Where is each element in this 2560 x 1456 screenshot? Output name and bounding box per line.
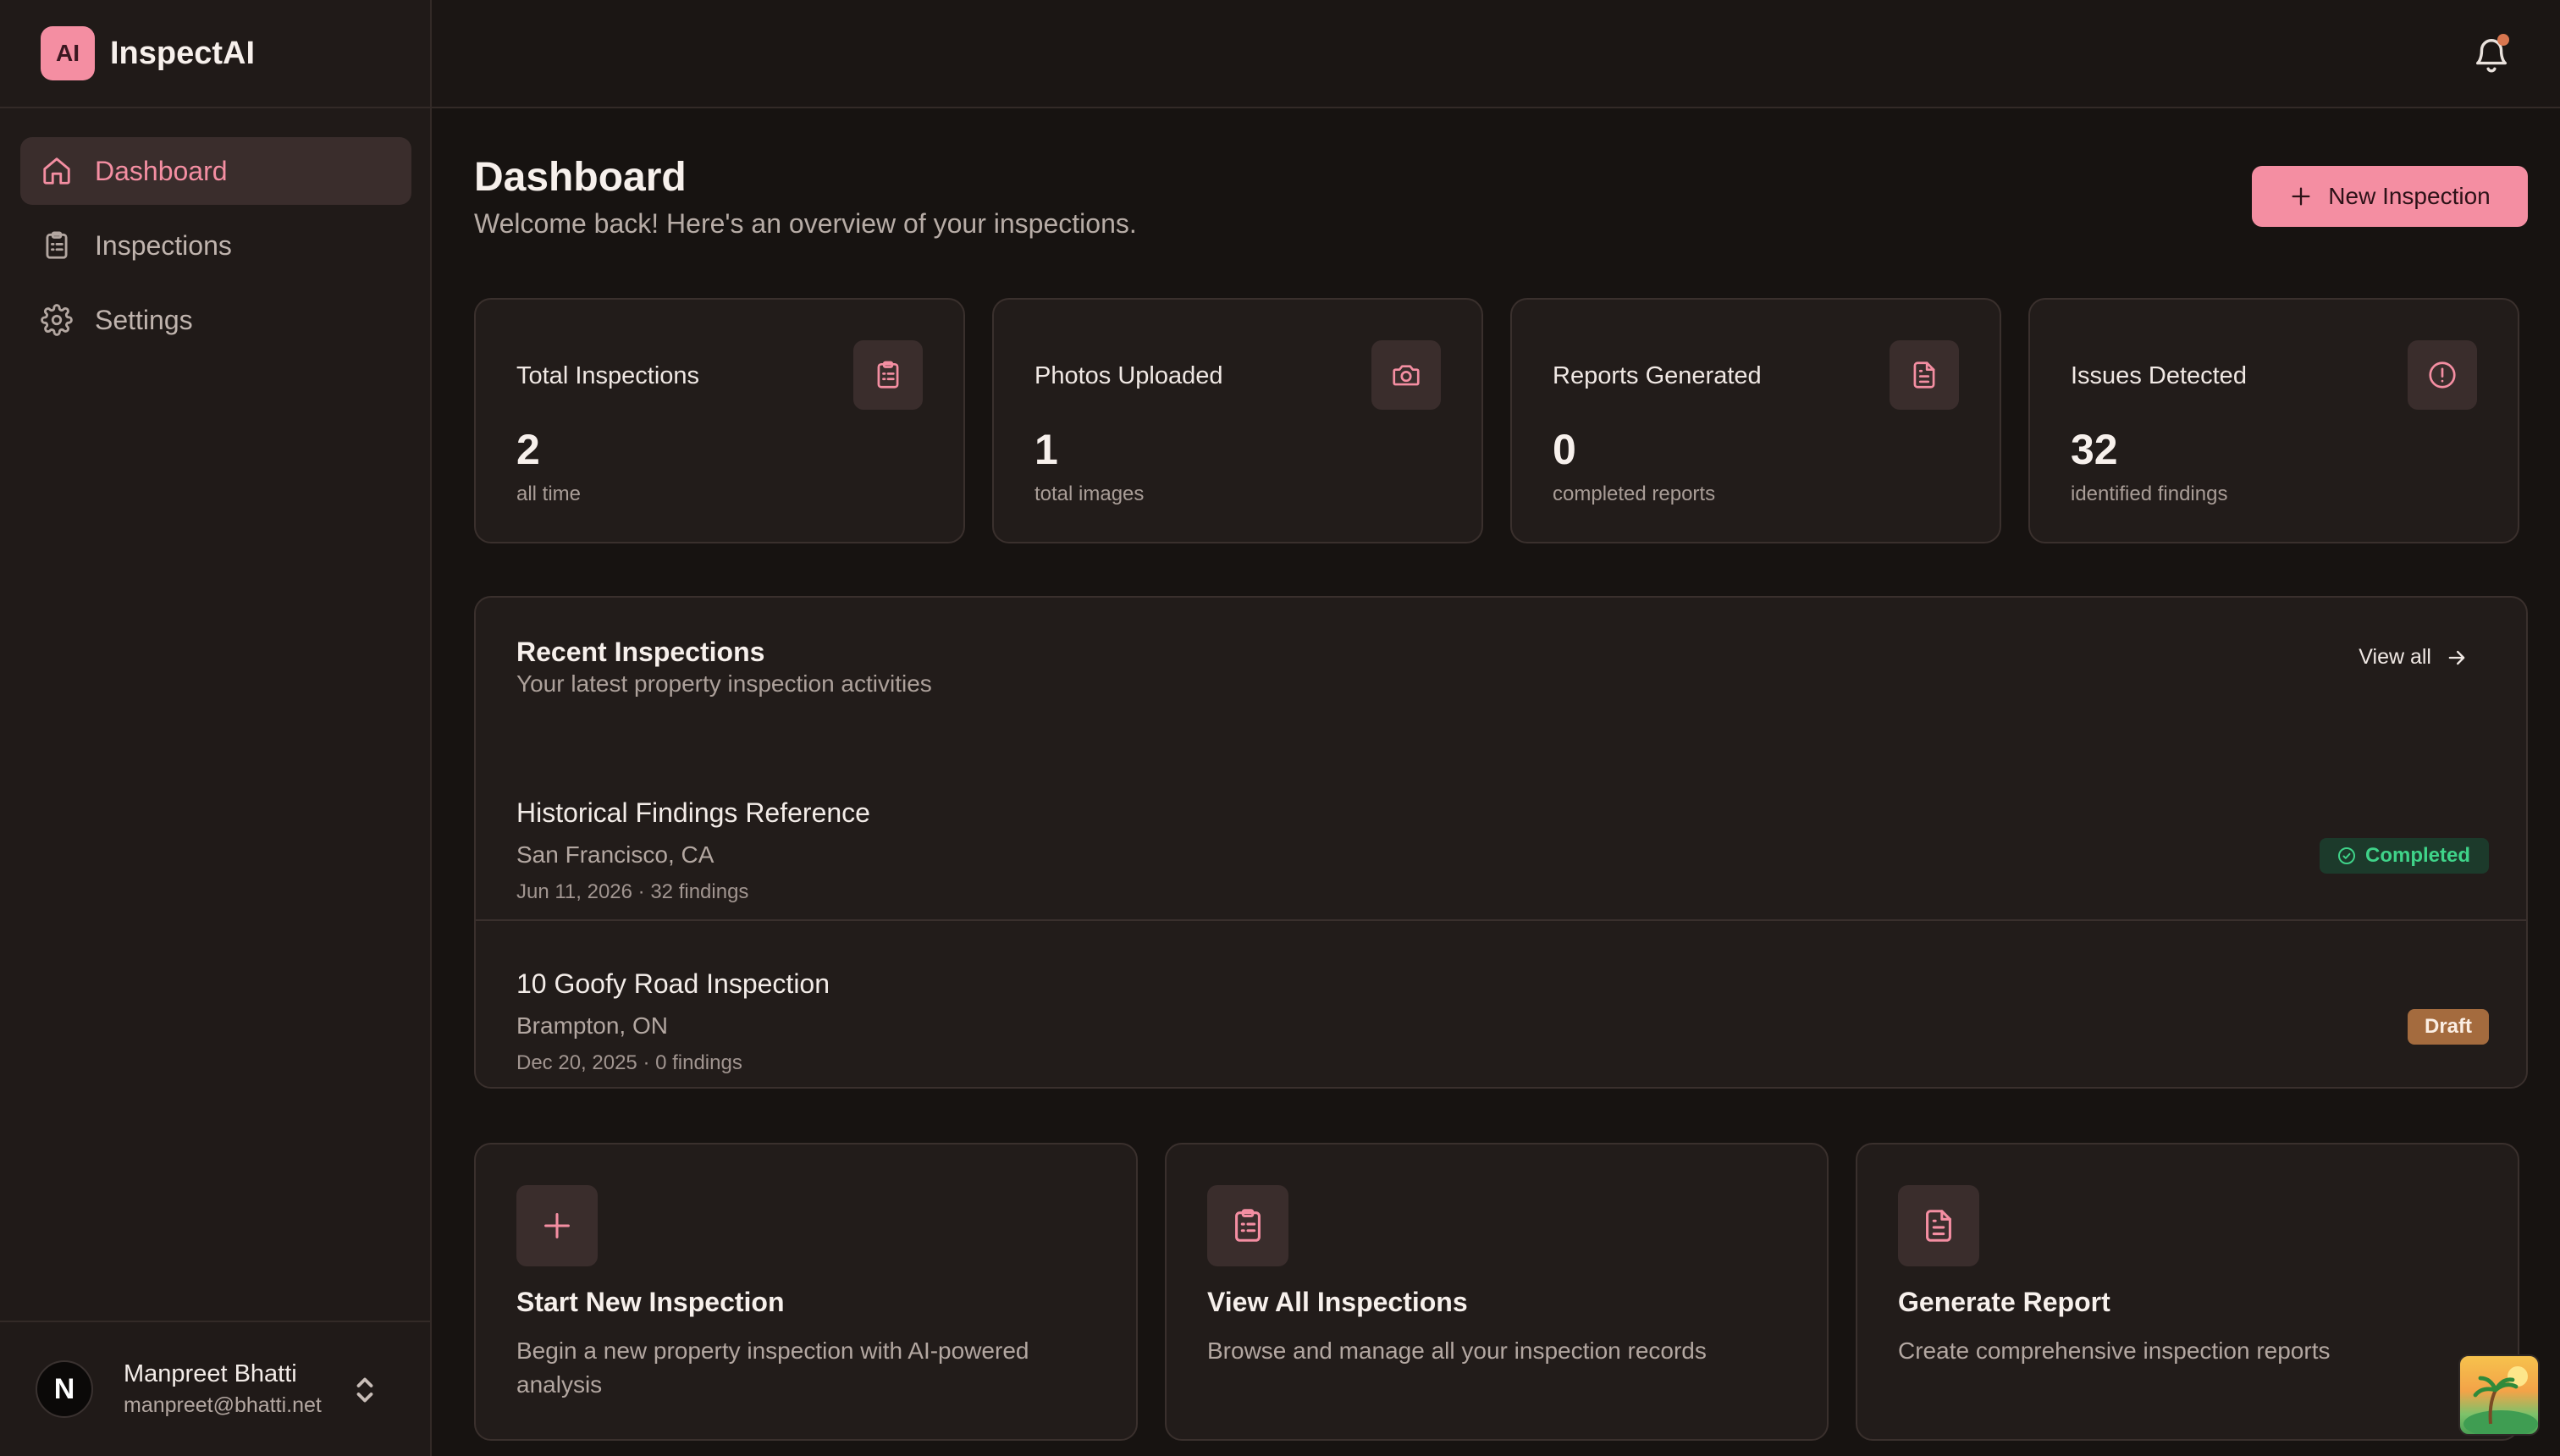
action-view-all-inspections[interactable]: View All Inspections Browse and manage a…: [1165, 1143, 1829, 1441]
brand-logo: AI: [41, 26, 95, 80]
sidebar-item-settings[interactable]: Settings: [20, 286, 411, 354]
inspection-meta: Jun 11, 2026 · 32 findings: [516, 880, 749, 903]
stat-label: Photos Uploaded: [1034, 362, 1223, 389]
stat-icon-box: [1890, 340, 1959, 410]
document-icon: [1913, 361, 1935, 389]
stat-card-total-inspections: Total Inspections 2 all time: [474, 298, 965, 543]
table-row[interactable]: Historical Findings Reference San Franci…: [476, 750, 2526, 919]
recent-subtitle: Your latest property inspection activiti…: [516, 670, 932, 697]
stat-card-reports-generated: Reports Generated 0 completed reports: [1510, 298, 2001, 543]
action-title: View All Inspections: [1207, 1287, 1468, 1317]
sidebar: AI InspectAI Dashboard Inspections Setti…: [0, 0, 432, 1456]
user-menu[interactable]: N Manpreet Bhatti manpreet@bhatti.net: [0, 1321, 430, 1456]
view-all-label: View all: [2359, 645, 2431, 669]
notification-dot: [2497, 34, 2509, 46]
stat-value: 0: [1553, 426, 1576, 473]
inspection-meta: Dec 20, 2025 · 0 findings: [516, 1051, 742, 1074]
brand[interactable]: AI InspectAI: [0, 0, 430, 108]
stats-grid: Total Inspections 2 all time Photos Uplo…: [474, 298, 2528, 543]
user-name: Manpreet Bhatti: [124, 1360, 297, 1387]
home-icon: [43, 157, 70, 185]
status-label: Completed: [2364, 844, 2470, 867]
main-content: Dashboard Welcome back! Here's an overvi…: [432, 110, 2560, 1456]
action-description: Create comprehensive inspection reports: [1898, 1337, 2331, 1364]
status-label: Draft: [2424, 1015, 2472, 1038]
clipboard-icon: [1235, 1209, 1261, 1242]
stat-note: all time: [516, 483, 582, 505]
recent-inspections-card: Recent Inspections Your latest property …: [474, 596, 2528, 1089]
stat-label: Total Inspections: [516, 362, 700, 389]
status-badge: Draft: [2407, 1009, 2489, 1045]
clipboard-icon: [877, 361, 899, 389]
stat-label: Reports Generated: [1553, 362, 1762, 389]
document-icon: [1926, 1210, 1951, 1242]
action-description: Begin a new property inspection with AI-…: [516, 1337, 1029, 1398]
sidebar-item-label: Settings: [95, 304, 193, 335]
brand-name: InspectAI: [110, 35, 256, 71]
quick-actions: Start New Inspection Begin a new propert…: [474, 1143, 2528, 1441]
stat-note: identified findings: [2071, 483, 2228, 505]
action-generate-report[interactable]: Generate Report Create comprehensive ins…: [1856, 1143, 2519, 1441]
stat-icon-box: [853, 340, 923, 410]
stat-icon-box: [2408, 340, 2477, 410]
table-row[interactable]: 10 Goofy Road Inspection Brampton, ON De…: [476, 919, 2526, 1087]
sidebar-item-dashboard[interactable]: Dashboard: [20, 137, 411, 205]
inspection-title: Historical Findings Reference: [516, 797, 870, 828]
inspection-title: 10 Goofy Road Inspection: [516, 968, 830, 999]
action-icon-box: [516, 1185, 598, 1266]
recent-title: Recent Inspections: [516, 637, 765, 667]
camera-icon: [1393, 365, 1420, 386]
action-description: Browse and manage all your inspection re…: [1207, 1337, 1707, 1364]
island-image: [2463, 1366, 2538, 1434]
check-circle-icon: [2337, 847, 2355, 864]
action-title: Start New Inspection: [516, 1287, 785, 1317]
action-start-new-inspection[interactable]: Start New Inspection Begin a new propert…: [474, 1143, 1138, 1441]
new-inspection-button[interactable]: New Inspection: [2252, 166, 2528, 227]
top-bar: [432, 0, 2560, 108]
stat-note: total images: [1034, 483, 1145, 505]
stat-icon-box: [1371, 340, 1441, 410]
arrow-right-icon: [2448, 650, 2465, 665]
sidebar-nav: Dashboard Inspections Settings: [20, 137, 411, 361]
alert-circle-icon: [2429, 361, 2456, 389]
gear-icon: [41, 304, 73, 336]
plus-icon: [544, 1213, 570, 1238]
clipboard-icon: [46, 231, 68, 259]
action-title: Generate Report: [1898, 1287, 2110, 1317]
stat-label: Issues Detected: [2071, 362, 2247, 389]
avatar: N: [36, 1360, 93, 1418]
chevron-up-down-icon[interactable]: [352, 1373, 378, 1407]
inspection-location: Brampton, ON: [516, 1012, 668, 1039]
stat-card-issues-detected: Issues Detected 32 identified findings: [2028, 298, 2519, 543]
inspection-location: San Francisco, CA: [516, 841, 714, 868]
app-root: AI InspectAI Dashboard Inspections Setti…: [0, 0, 2560, 1456]
corner-thumbnail-image[interactable]: [2458, 1354, 2540, 1436]
view-all-link[interactable]: View all: [2359, 645, 2469, 670]
new-inspection-label: New Inspection: [2328, 183, 2491, 209]
stat-value: 2: [516, 426, 540, 473]
stat-value: 1: [1034, 426, 1058, 473]
page-title: Dashboard: [474, 155, 687, 200]
plus-icon: [2292, 187, 2310, 206]
stat-card-photos-uploaded: Photos Uploaded 1 total images: [992, 298, 1483, 543]
sidebar-item-label: Inspections: [95, 229, 232, 261]
status-badge: Completed: [2319, 838, 2489, 874]
user-info: Manpreet Bhatti manpreet@bhatti.net: [124, 1360, 322, 1418]
stat-note: completed reports: [1553, 483, 1716, 505]
page-subtitle: Welcome back! Here's an overview of your…: [474, 208, 1137, 239]
action-icon-box: [1898, 1185, 1979, 1266]
sidebar-item-label: Dashboard: [95, 155, 228, 186]
user-email: manpreet@bhatti.net: [124, 1393, 322, 1417]
stat-value: 32: [2071, 426, 2118, 473]
sidebar-item-inspections[interactable]: Inspections: [20, 212, 411, 279]
action-icon-box: [1207, 1185, 1288, 1266]
